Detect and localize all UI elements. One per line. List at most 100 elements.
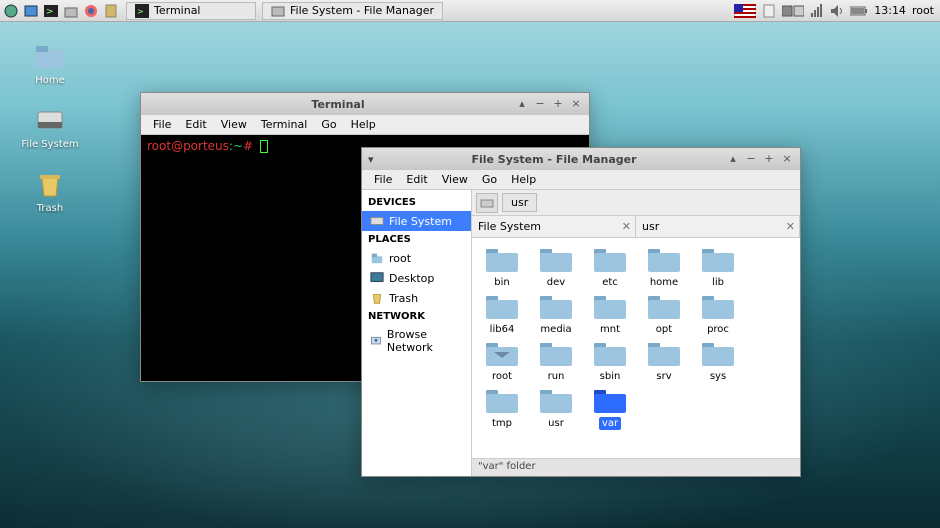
file-label: etc xyxy=(599,276,621,289)
folder-icon xyxy=(538,246,574,274)
sidebar-item-file-system[interactable]: File System xyxy=(362,211,471,231)
menu-file[interactable]: File xyxy=(147,116,177,133)
sidebar-item-trash[interactable]: Trash xyxy=(362,288,471,308)
close-icon[interactable]: ✕ xyxy=(622,220,631,233)
file-manager-launcher-icon[interactable] xyxy=(62,2,80,20)
up-button[interactable] xyxy=(476,193,498,213)
file-item-media[interactable]: media xyxy=(534,293,578,336)
desktop-icon-filesystem[interactable]: File System xyxy=(20,104,80,150)
menu-edit[interactable]: Edit xyxy=(179,116,212,133)
maximize-button[interactable]: + xyxy=(762,152,776,166)
breadcrumb-usr[interactable]: usr ✕ xyxy=(636,216,800,237)
file-item-lib[interactable]: lib xyxy=(696,246,740,289)
file-item-bin[interactable]: bin xyxy=(480,246,524,289)
file-manager-toolbar: usr xyxy=(472,190,800,216)
keyboard-layout-icon[interactable] xyxy=(734,4,756,18)
file-item-tmp[interactable]: tmp xyxy=(480,387,524,430)
menu-view[interactable]: View xyxy=(215,116,253,133)
file-item-sbin[interactable]: sbin xyxy=(588,340,632,383)
breadcrumb-filesystem[interactable]: File System ✕ xyxy=(472,216,636,237)
file-item-usr[interactable]: usr xyxy=(534,387,578,430)
file-manager-icon-view[interactable]: bin dev etc homelib lib64mediamntoptproc root… xyxy=(472,238,800,458)
keep-above-button[interactable]: ▴ xyxy=(726,152,740,166)
file-label: srv xyxy=(653,370,674,383)
folder-icon xyxy=(592,246,628,274)
folder-icon xyxy=(592,340,628,368)
file-item-root[interactable]: root xyxy=(480,340,524,383)
close-icon[interactable]: ✕ xyxy=(786,220,795,233)
svg-text:>: > xyxy=(137,7,144,16)
menu-help[interactable]: Help xyxy=(345,116,382,133)
home-folder-icon xyxy=(34,40,66,72)
terminal-menubar: File Edit View Terminal Go Help xyxy=(141,115,589,135)
maximize-button[interactable]: + xyxy=(551,97,565,111)
workspace-switcher-icon[interactable] xyxy=(782,4,804,18)
sidebar-item-label: Desktop xyxy=(389,272,434,285)
file-item-home[interactable]: home xyxy=(642,246,686,289)
file-manager-statusbar: "var" folder xyxy=(472,458,800,476)
drive-icon xyxy=(370,214,384,228)
folder-icon xyxy=(484,293,520,321)
battery-tray-icon[interactable] xyxy=(850,6,868,16)
minimize-button[interactable]: − xyxy=(744,152,758,166)
folder-icon xyxy=(646,340,682,368)
clipboard-icon[interactable] xyxy=(762,4,776,18)
network-tray-icon[interactable] xyxy=(810,4,824,18)
trash-icon xyxy=(370,291,384,305)
file-item-run[interactable]: run xyxy=(534,340,578,383)
home-icon xyxy=(370,251,384,265)
desktop-icon-trash[interactable]: Trash xyxy=(20,168,80,214)
sidebar-item-root[interactable]: root xyxy=(362,248,471,268)
editor-launcher-icon[interactable] xyxy=(102,2,120,20)
folder-icon xyxy=(592,293,628,321)
folder-icon xyxy=(484,246,520,274)
clock[interactable]: 13:14 xyxy=(874,4,906,17)
task-label: Terminal xyxy=(154,4,201,17)
menu-terminal[interactable]: Terminal xyxy=(255,116,314,133)
terminal-titlebar[interactable]: Terminal ▴ − + × xyxy=(141,93,589,115)
close-button[interactable]: × xyxy=(569,97,583,111)
drive-icon xyxy=(34,104,66,136)
sidebar-section-devices: DEVICES xyxy=(362,194,471,211)
minimize-button[interactable]: − xyxy=(533,97,547,111)
file-item-etc[interactable]: etc xyxy=(588,246,632,289)
prompt-user: root xyxy=(147,139,171,153)
terminal-launcher-icon[interactable]: > xyxy=(42,2,60,20)
menu-go[interactable]: Go xyxy=(315,116,342,133)
file-item-proc[interactable]: proc xyxy=(696,293,740,336)
folder-icon xyxy=(484,340,520,368)
file-item-opt[interactable]: opt xyxy=(642,293,686,336)
show-desktop-icon[interactable] xyxy=(22,2,40,20)
file-manager-sidebar: DEVICES File System PLACES root Desktop … xyxy=(362,190,472,476)
close-button[interactable]: × xyxy=(780,152,794,166)
user-label[interactable]: root xyxy=(912,4,934,17)
file-item-sys[interactable]: sys xyxy=(696,340,740,383)
menu-view[interactable]: View xyxy=(436,171,474,188)
desktop-icon-home[interactable]: Home xyxy=(20,40,80,86)
folder-icon xyxy=(700,246,736,274)
file-manager-titlebar[interactable]: ▾ File System - File Manager ▴ − + × xyxy=(362,148,800,170)
menu-launcher-icon[interactable] xyxy=(2,2,20,20)
volume-tray-icon[interactable] xyxy=(830,4,844,18)
file-item-srv[interactable]: srv xyxy=(642,340,686,383)
desktop-icon-label: Trash xyxy=(37,203,63,214)
menu-edit[interactable]: Edit xyxy=(400,171,433,188)
file-item-var[interactable]: var xyxy=(588,387,632,430)
file-item-lib64[interactable]: lib64 xyxy=(480,293,524,336)
menu-go[interactable]: Go xyxy=(476,171,503,188)
menu-help[interactable]: Help xyxy=(505,171,542,188)
keep-above-button[interactable]: ▴ xyxy=(515,97,529,111)
firefox-launcher-icon[interactable] xyxy=(82,2,100,20)
sidebar-item-desktop[interactable]: Desktop xyxy=(362,268,471,288)
taskbar-task-file-manager[interactable]: File System - File Manager xyxy=(262,2,443,20)
file-item-mnt[interactable]: mnt xyxy=(588,293,632,336)
menu-file[interactable]: File xyxy=(368,171,398,188)
sidebar-item-browse-network[interactable]: Browse Network xyxy=(362,325,471,357)
window-title: Terminal xyxy=(161,98,515,111)
task-label: File System - File Manager xyxy=(290,4,434,17)
file-item-dev[interactable]: dev xyxy=(534,246,578,289)
path-segment-usr[interactable]: usr xyxy=(502,193,537,212)
taskbar-task-terminal[interactable]: > Terminal xyxy=(126,2,256,20)
file-label: tmp xyxy=(489,417,515,430)
file-label: bin xyxy=(491,276,512,289)
